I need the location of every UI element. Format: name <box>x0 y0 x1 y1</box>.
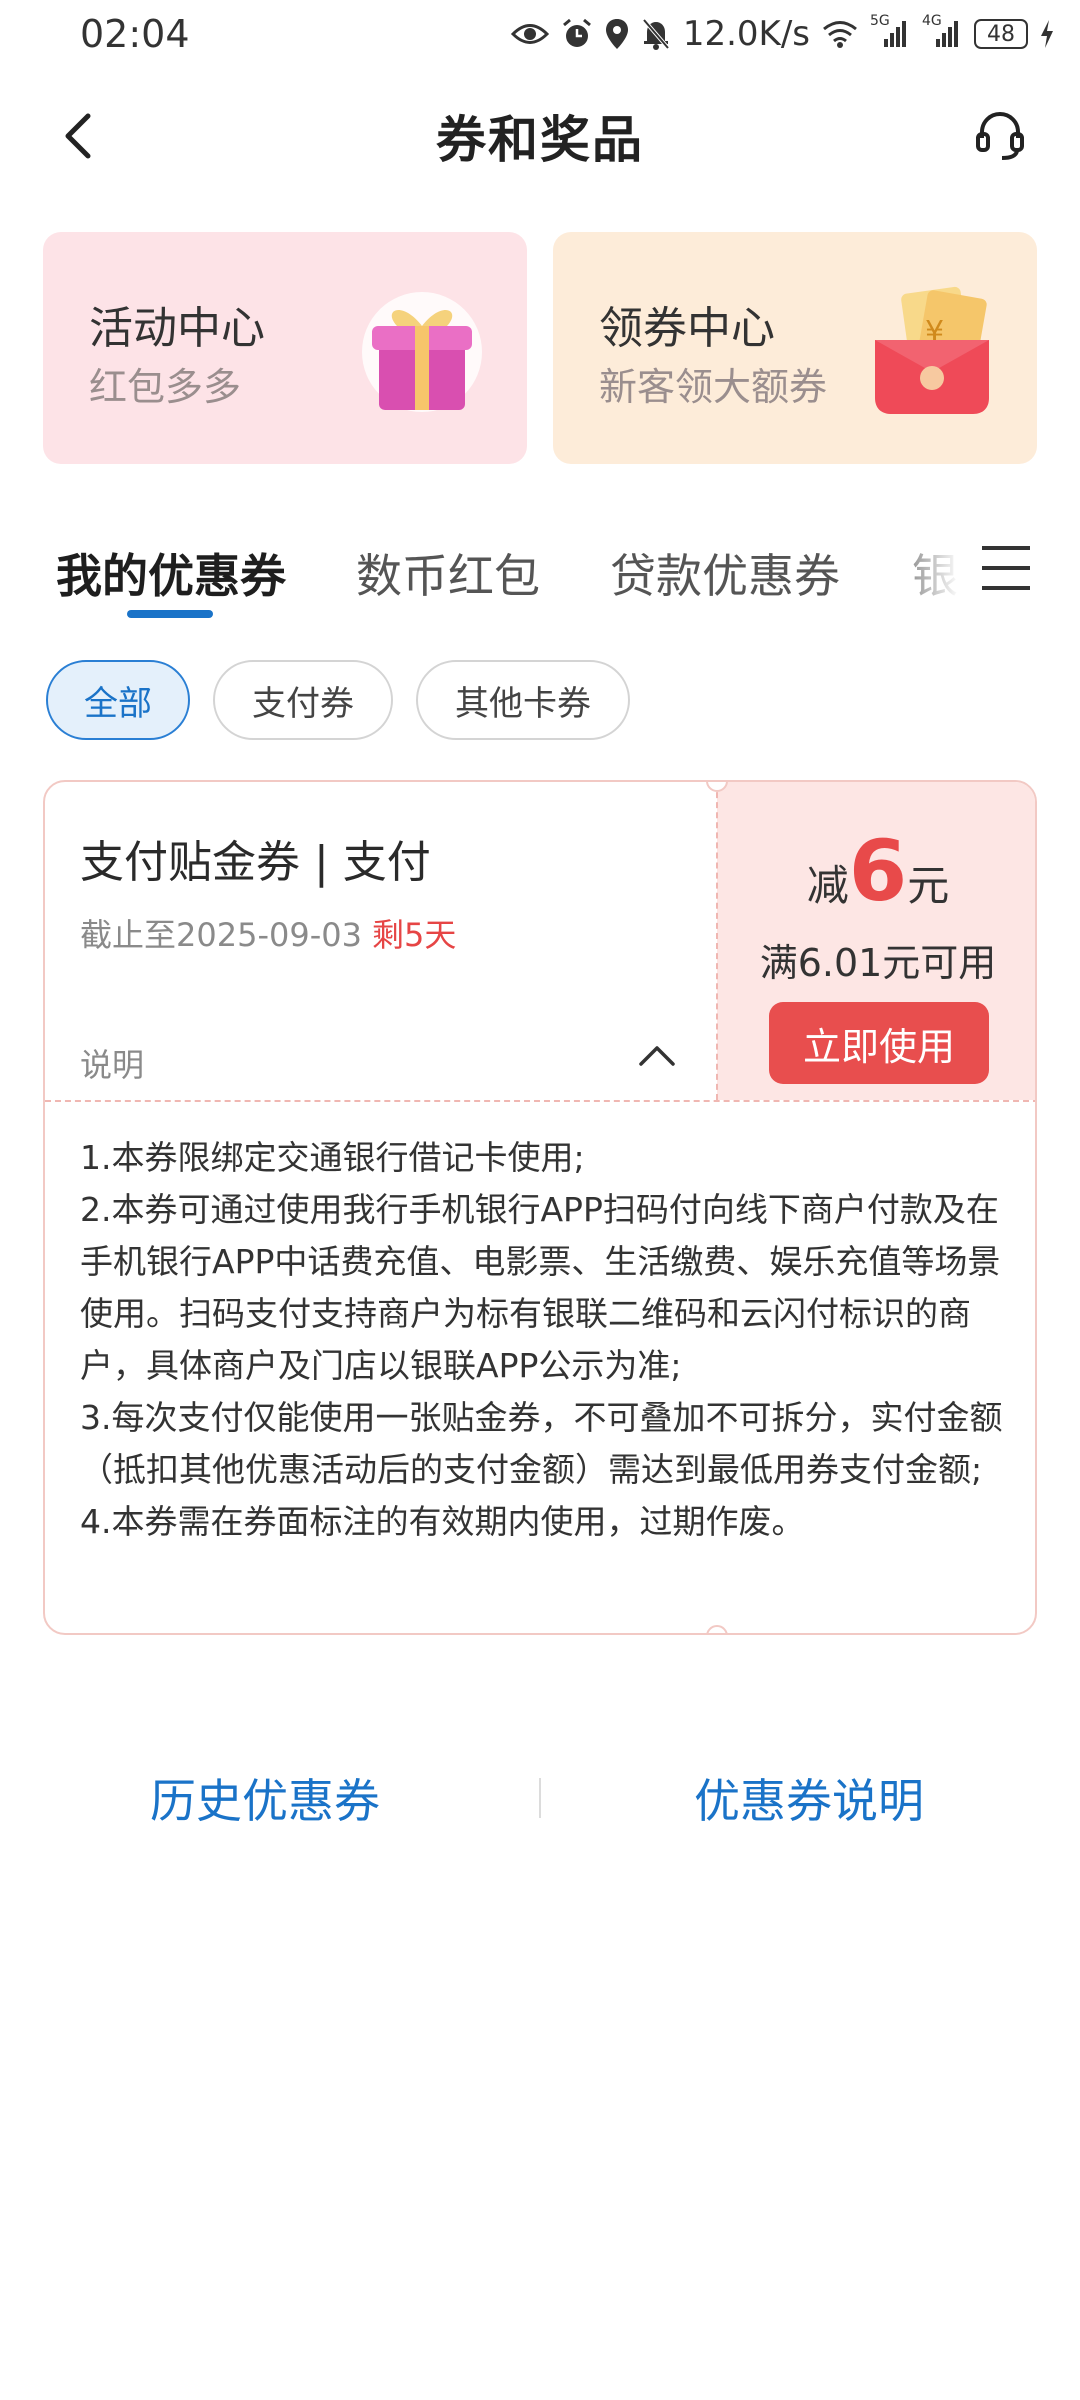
mute-bell-icon <box>641 18 671 50</box>
use-now-button[interactable]: 立即使用 <box>769 1002 989 1084</box>
coupon-rule: 2.本券可通过使用我行手机银行APP扫码付向线下商户付款及在手机银行APP中话费… <box>80 1190 1001 1385</box>
tab-my-coupons[interactable]: 我的优惠券 <box>56 540 286 606</box>
history-coupons-link[interactable]: 历史优惠券 <box>150 1765 380 1831</box>
customer-service-button[interactable] <box>970 106 1030 166</box>
coupon-description-label: 说明 <box>80 1046 145 1084</box>
activity-center-title: 活动中心 <box>89 303 265 354</box>
coupon-rule: 4.本券需在券面标注的有效期内使用，过期作废。 <box>80 1502 805 1541</box>
coupon-explanation-link[interactable]: 优惠券说明 <box>694 1765 924 1831</box>
discount-unit: 元 <box>907 861 950 910</box>
coupon-rule: 3.每次支付仅能使用一张贴金券，不可叠加不可拆分，实付金额（抵扣其他优惠活动后的… <box>80 1398 1003 1489</box>
coupon-rule: 1.本券限绑定交通银行借记卡使用; <box>80 1138 585 1177</box>
coupon-title: 支付贴金券 | 支付 <box>80 837 431 888</box>
filter-all[interactable]: 全部 <box>46 660 190 740</box>
coupon-rules: 1.本券限绑定交通银行借记卡使用; 2.本券可通过使用我行手机银行APP扫码付向… <box>80 1132 1010 1548</box>
alarm-icon <box>561 18 593 50</box>
filter-other-cards[interactable]: 其他卡券 <box>416 660 630 740</box>
page-title: 券和奖品 <box>436 111 644 169</box>
discount-prefix: 减 <box>806 861 849 910</box>
signal-4g-label: 4G <box>922 13 942 29</box>
filter-payment-coupons[interactable]: 支付券 <box>213 660 393 740</box>
red-envelope-icon: ¥ <box>867 280 997 420</box>
coupon-center-subtitle: 新客领大额券 <box>599 365 828 409</box>
menu-icon <box>982 546 1030 590</box>
coupon-min-spend: 满6.01元可用 <box>759 941 997 985</box>
signal-5g-label: 5G <box>870 13 890 29</box>
eye-icon <box>510 21 549 47</box>
wifi-icon <box>822 20 858 48</box>
signal-5g-icon: 5G <box>870 13 910 49</box>
footer-divider <box>539 1778 541 1818</box>
discount-amount: 6 <box>848 822 908 920</box>
headset-icon <box>976 111 1024 160</box>
activity-center-card[interactable]: 活动中心 红包多多 <box>43 232 527 464</box>
status-time: 02:04 <box>80 12 190 56</box>
active-tab-indicator <box>127 610 213 618</box>
battery-indicator: 48 <box>974 19 1028 49</box>
tab-loan-coupons[interactable]: 贷款优惠券 <box>610 540 840 606</box>
status-icons: 12.0K/s 5G 4G 48 <box>510 13 1054 54</box>
chevron-up-icon <box>639 1046 675 1066</box>
coupon-horizontal-divider <box>45 1100 1035 1102</box>
collapse-description-button[interactable] <box>635 1034 679 1078</box>
tabs-menu-button[interactable] <box>980 538 1032 598</box>
coupon-expiry-date: 截止至2025-09-03 <box>80 916 362 954</box>
coupon-card: 支付贴金券 | 支付 截止至2025-09-03 剩5天 说明 减6元 满6.01… <box>43 780 1037 1635</box>
coupon-days-remaining: 剩5天 <box>371 916 457 954</box>
signal-4g-icon: 4G <box>922 13 962 49</box>
activity-center-subtitle: 红包多多 <box>89 365 242 409</box>
coupon-center-card[interactable]: 领券中心 新客领大额券 ¥ <box>553 232 1037 464</box>
tab-digital-red-packet[interactable]: 数币红包 <box>356 540 540 606</box>
gift-box-icon <box>357 280 487 420</box>
coupon-notch-bottom <box>706 1625 728 1633</box>
coupon-expiry: 截止至2025-09-03 剩5天 <box>80 910 456 956</box>
coupon-center-title: 领券中心 <box>599 303 775 354</box>
network-speed: 12.0K/s <box>682 14 810 54</box>
location-icon <box>605 18 629 50</box>
coupon-discount: 减6元 <box>717 822 1035 920</box>
charging-icon <box>1040 19 1054 49</box>
